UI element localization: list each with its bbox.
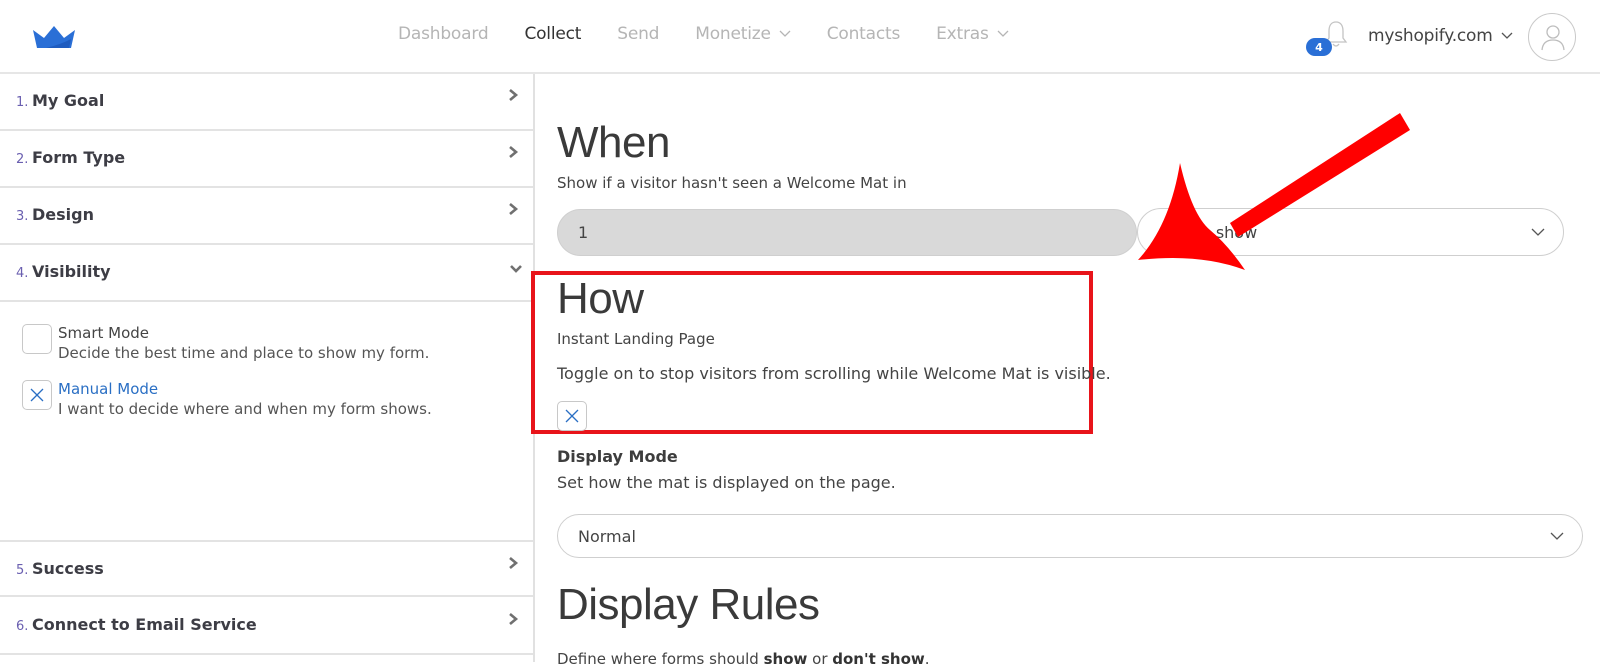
step-number: 1. <box>16 95 29 110</box>
how-subtitle: Instant Landing Page <box>557 330 715 348</box>
nav-dashboard-label: Dashboard <box>398 24 489 44</box>
nav-collect-label: Collect <box>524 24 582 44</box>
main-nav: Dashboard Collect Send Monetize Contacts… <box>398 24 1045 44</box>
step-label: Visibility <box>32 262 111 281</box>
chevron-right-icon <box>509 557 519 569</box>
nav-collect[interactable]: Collect <box>524 24 581 44</box>
top-navigation-bar: Dashboard Collect Send Monetize Contacts… <box>0 0 1600 74</box>
chevron-down-icon <box>779 30 791 37</box>
chevron-right-icon <box>509 613 519 625</box>
chevron-down-icon <box>997 30 1009 37</box>
step-design[interactable]: 3. Design <box>0 188 533 245</box>
step-connect-email[interactable]: 6. Connect to Email Service <box>0 598 533 655</box>
check-x-icon <box>30 388 44 402</box>
time-unit-value: after a show <box>1158 222 1258 242</box>
step-number: 5. <box>16 563 29 578</box>
days-count-value: 1 <box>578 223 589 242</box>
smart-mode-checkbox[interactable] <box>22 324 52 354</box>
step-form-type[interactable]: 2. Form Type <box>0 131 533 188</box>
manual-mode-checkbox[interactable] <box>22 380 52 410</box>
rules-text-show: show <box>763 650 808 668</box>
rules-text-or: or <box>807 650 833 668</box>
check-x-icon <box>565 409 579 423</box>
account-dropdown[interactable]: myshopify.com <box>1368 26 1513 46</box>
nav-contacts[interactable]: Contacts <box>826 24 901 44</box>
chevron-right-icon <box>509 89 519 101</box>
rules-text-suffix: . <box>924 650 930 668</box>
rules-text-prefix: Define where forms should <box>557 650 764 668</box>
days-count-input[interactable]: 1 <box>557 209 1137 256</box>
scroll-lock-description: Toggle on to stop visitors from scrollin… <box>557 364 1111 383</box>
scroll-lock-toggle[interactable] <box>557 401 587 431</box>
nav-dashboard[interactable]: Dashboard <box>398 24 489 44</box>
when-heading: When <box>557 118 670 167</box>
display-mode-description: Set how the mat is displayed on the page… <box>557 473 896 492</box>
when-subtitle: Show if a visitor hasn't seen a Welcome … <box>557 174 907 192</box>
chevron-down-icon <box>510 265 522 273</box>
step-my-goal[interactable]: 1. My Goal <box>0 74 533 131</box>
step-label: Connect to Email Service <box>32 615 257 634</box>
step-number: 3. <box>16 209 29 224</box>
nav-extras[interactable]: Extras <box>936 24 1009 44</box>
chevron-down-icon <box>1531 228 1545 236</box>
display-rules-description: Define where forms should show or don't … <box>557 650 930 668</box>
step-label: Form Type <box>32 148 126 167</box>
notification-count-badge: 4 <box>1306 38 1332 56</box>
user-avatar[interactable] <box>1528 13 1576 61</box>
step-label: Success <box>32 559 104 578</box>
nav-contacts-label: Contacts <box>826 24 901 44</box>
step-number: 4. <box>16 266 29 281</box>
user-icon <box>1541 25 1565 51</box>
notifications-button[interactable]: 4 <box>1306 18 1348 58</box>
nav-send-label: Send <box>617 24 660 44</box>
step-success[interactable]: 5. Success <box>0 540 533 597</box>
visibility-settings-panel: When Show if a visitor hasn't seen a Wel… <box>531 74 1600 668</box>
crown-logo-icon[interactable] <box>32 24 76 50</box>
account-label: myshopify.com <box>1368 26 1493 46</box>
smart-mode-title: Smart Mode <box>58 324 150 342</box>
chevron-right-icon <box>509 146 519 158</box>
step-label: My Goal <box>32 91 105 110</box>
steps-sidebar: 1. My Goal 2. Form Type 3. Design 4. Vis… <box>0 74 535 662</box>
step-number: 6. <box>16 619 29 634</box>
display-rules-heading: Display Rules <box>557 580 820 629</box>
time-unit-select[interactable]: after a show <box>1137 208 1564 256</box>
nav-monetize-label: Monetize <box>695 24 771 44</box>
nav-extras-label: Extras <box>936 24 989 44</box>
nav-send[interactable]: Send <box>617 24 659 44</box>
step-visibility[interactable]: 4. Visibility <box>0 245 533 302</box>
nav-monetize[interactable]: Monetize <box>695 24 791 44</box>
manual-mode-title: Manual Mode <box>58 380 159 398</box>
step-label: Design <box>32 205 94 224</box>
manual-mode-description: I want to decide where and when my form … <box>58 400 432 418</box>
display-mode-value: Normal <box>578 526 636 546</box>
chevron-right-icon <box>509 203 519 215</box>
smart-mode-description: Decide the best time and place to show m… <box>58 344 430 362</box>
rules-text-dont-show: don't show <box>832 650 925 668</box>
display-mode-select[interactable]: Normal <box>557 514 1583 558</box>
display-mode-label: Display Mode <box>557 447 678 466</box>
chevron-down-icon <box>1550 532 1564 540</box>
chevron-down-icon <box>1501 32 1513 39</box>
how-heading: How <box>557 274 644 323</box>
step-number: 2. <box>16 152 29 167</box>
